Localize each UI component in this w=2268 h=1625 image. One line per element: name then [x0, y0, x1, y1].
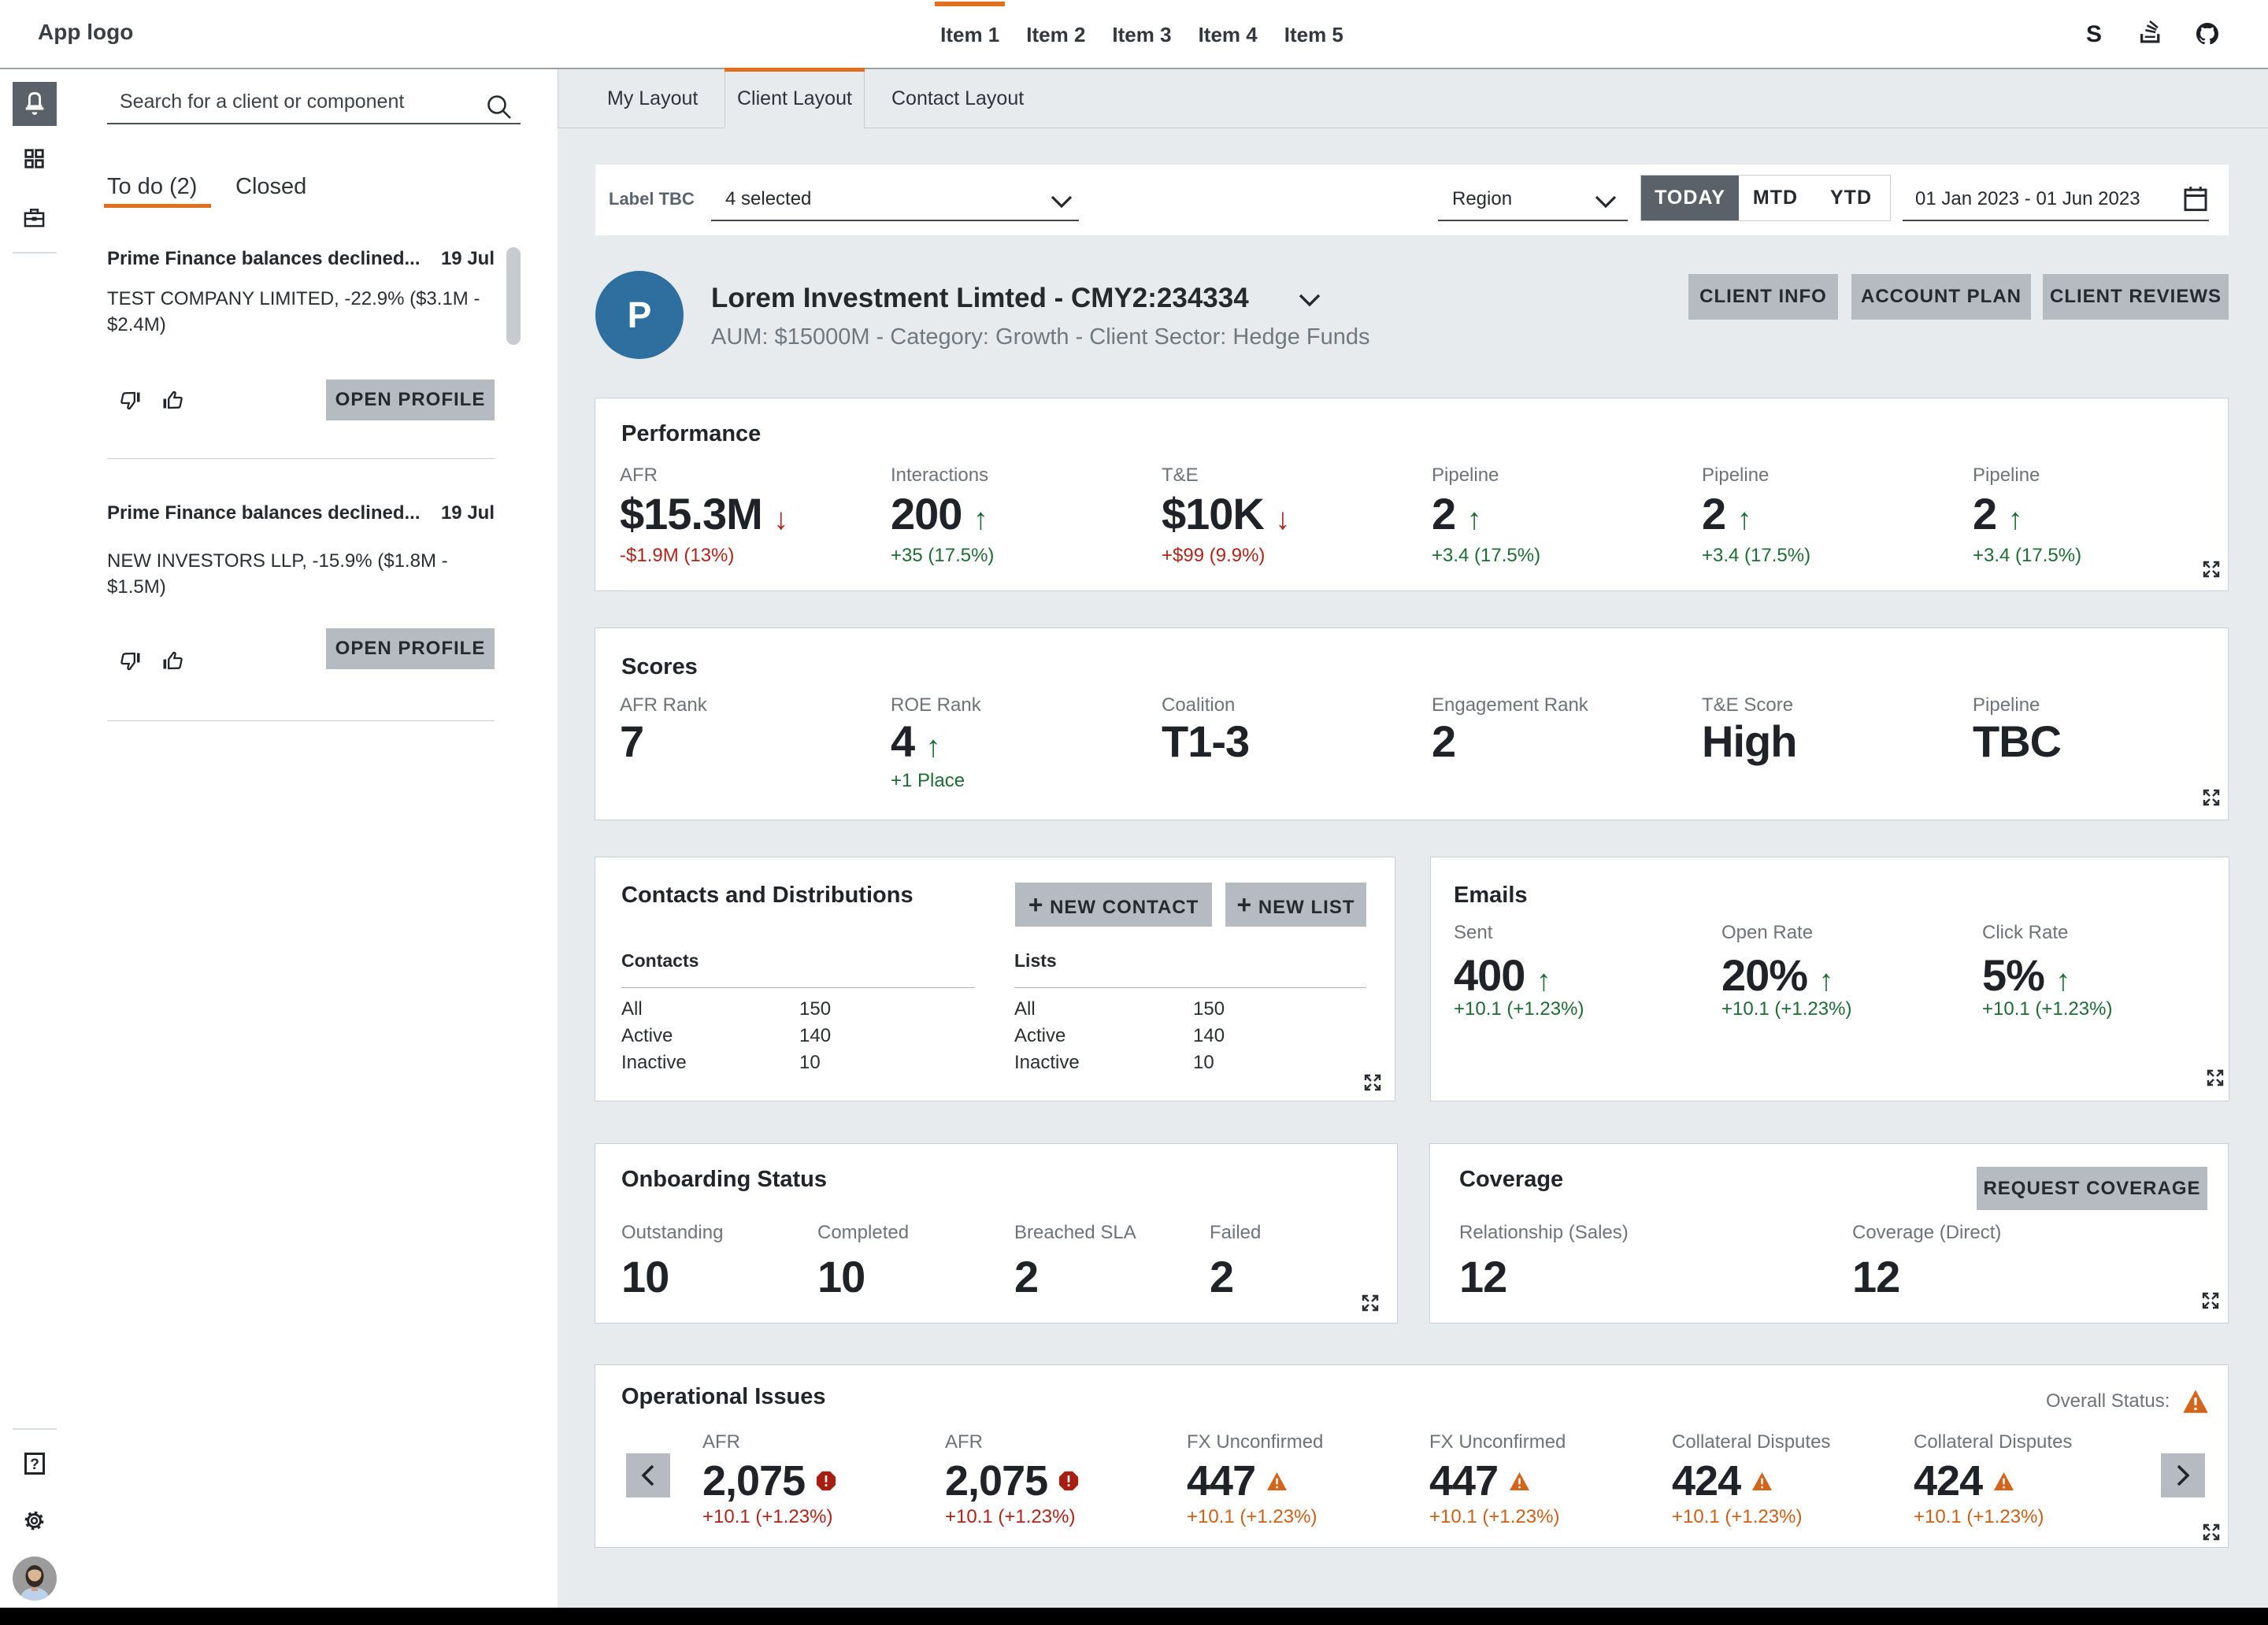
- svg-text:?: ?: [30, 1457, 39, 1473]
